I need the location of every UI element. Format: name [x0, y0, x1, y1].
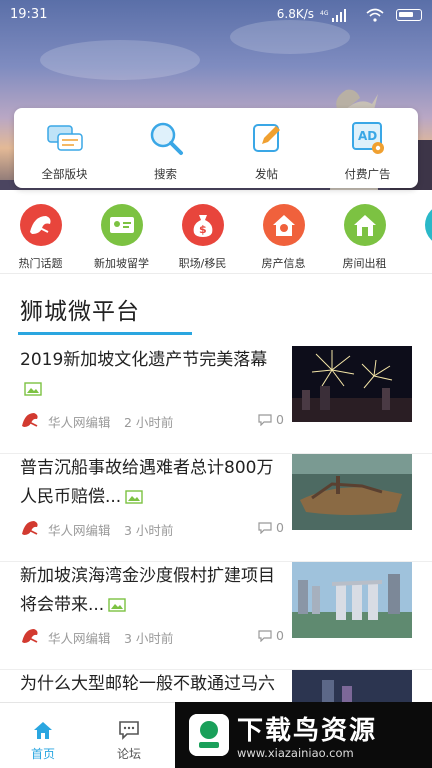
section-title: 狮城微平台: [20, 299, 140, 325]
search-icon: [150, 122, 183, 155]
nav-forum-label: 论坛: [116, 747, 141, 761]
network-speed: 6.8K/s: [276, 7, 314, 21]
news-author: 华人网编辑: [48, 523, 111, 538]
category-label: 新加坡留学: [94, 257, 149, 270]
watermark-title: 下载鸟资源: [237, 716, 378, 746]
nav-home-label: 首页: [30, 747, 55, 761]
svg-text:$: $: [199, 223, 207, 236]
category-study-singapore[interactable]: 新加坡留学: [81, 196, 162, 273]
edit-post-icon: [252, 124, 280, 152]
forum-icon: [119, 721, 139, 740]
partial-icon: [424, 204, 432, 246]
news-title: 2019新加坡文化遗产节完美落幕: [20, 346, 284, 404]
wifi-icon: [366, 8, 384, 22]
watermark-logo-icon: [189, 714, 229, 756]
news-thumbnail-shipwreck: [292, 454, 412, 530]
image-icon: [108, 598, 126, 612]
paid-ads-button[interactable]: AD 付费广告: [317, 108, 418, 188]
nav-home[interactable]: 首页: [0, 703, 86, 768]
category-row: 热门话题 新加坡留学 $ 职场/移民 房产信息 房间出租 狮: [0, 196, 432, 274]
category-room-rental[interactable]: 房间出租: [324, 196, 405, 273]
news-meta: 华人网编辑 3 小时前 0: [20, 626, 284, 646]
news-item[interactable]: 新加坡滨海湾金沙度假村扩建项目将会带来... 华人网编辑 3 小时前 0: [0, 562, 432, 670]
category-hot-topics[interactable]: 热门话题: [0, 196, 81, 273]
nav-forum[interactable]: 论坛: [86, 703, 172, 768]
news-meta: 华人网编辑 3 小时前 0: [20, 518, 284, 538]
category-property-info[interactable]: 房产信息: [243, 196, 324, 273]
comment-icon: [258, 522, 272, 535]
battery-icon: [396, 9, 422, 21]
ad-settings-icon: AD: [351, 122, 384, 154]
news-item[interactable]: 2019新加坡文化遗产节完美落幕 华人网编辑 2 小时前 0: [0, 346, 432, 454]
author-logo-icon: [22, 629, 38, 643]
money-bag-icon: $: [181, 204, 224, 246]
author-logo-icon: [22, 413, 38, 427]
author-logo-icon: [22, 521, 38, 535]
comment-count: 0: [258, 628, 284, 643]
comment-count: 0: [258, 520, 284, 535]
comment-icon: [258, 414, 272, 427]
news-author: 华人网编辑: [48, 631, 111, 646]
image-icon: [125, 490, 143, 504]
watermark-banner: 下载鸟资源 www.xiazainiao.com: [175, 702, 432, 768]
home-icon: [34, 722, 52, 739]
news-time: 3 小时前: [124, 523, 174, 538]
student-card-icon: [100, 204, 143, 246]
chat-bubbles-icon: [46, 125, 83, 151]
news-thumbnail-fireworks: [292, 346, 412, 422]
category-label: 房间出租: [342, 257, 387, 270]
status-time: 19:31: [10, 7, 48, 22]
signal-icon: 4G: [320, 9, 346, 22]
news-time: 2 小时前: [124, 415, 174, 430]
category-label: 热门话题: [18, 257, 63, 270]
new-post-button[interactable]: 发帖: [216, 108, 317, 188]
news-thumbnail-marina-bay: [292, 562, 412, 638]
search-label: 搜索: [154, 167, 177, 181]
section-underline: [18, 332, 192, 335]
category-career-immigration[interactable]: $ 职场/移民: [162, 196, 243, 273]
all-boards-label: 全部版块: [41, 167, 88, 181]
image-icon: [24, 382, 42, 396]
svg-text:AD: AD: [358, 129, 377, 143]
news-title: 普吉沉船事故给遇难者总计800万人民币赔偿...: [20, 458, 274, 507]
news-title: 新加坡滨海湾金沙度假村扩建项目将会带来...: [20, 566, 275, 615]
house-icon: [262, 204, 305, 246]
news-meta: 华人网编辑 2 小时前 0: [20, 410, 284, 430]
news-item[interactable]: 普吉沉船事故给遇难者总计800万人民币赔偿... 华人网编辑 3 小时前 0: [0, 454, 432, 562]
news-item[interactable]: 为什么大型邮轮一般不敢通过马六甲海峡?: [0, 670, 432, 746]
rent-house-icon: [343, 204, 386, 246]
cloud-decoration: [40, 40, 200, 80]
paid-ads-label: 付费广告: [344, 167, 391, 181]
new-post-label: 发帖: [255, 167, 278, 181]
category-label: 职场/移民: [178, 257, 227, 270]
lion-logo-icon: [19, 204, 62, 246]
all-boards-button[interactable]: 全部版块: [14, 108, 115, 188]
comment-count: 0: [258, 412, 284, 427]
status-bar: 19:31 6.8K/s 4G: [0, 0, 432, 30]
svg-text:4G: 4G: [320, 10, 329, 17]
comment-icon: [258, 630, 272, 643]
news-time: 3 小时前: [124, 631, 174, 646]
category-label: 房产信息: [261, 257, 306, 270]
quick-actions-card: 全部版块 搜索 发帖 AD 付费广告: [14, 108, 418, 188]
search-button[interactable]: 搜索: [115, 108, 216, 188]
category-partial[interactable]: 狮: [405, 196, 432, 273]
news-author: 华人网编辑: [48, 415, 111, 430]
watermark-url: www.xiazainiao.com: [237, 746, 354, 760]
